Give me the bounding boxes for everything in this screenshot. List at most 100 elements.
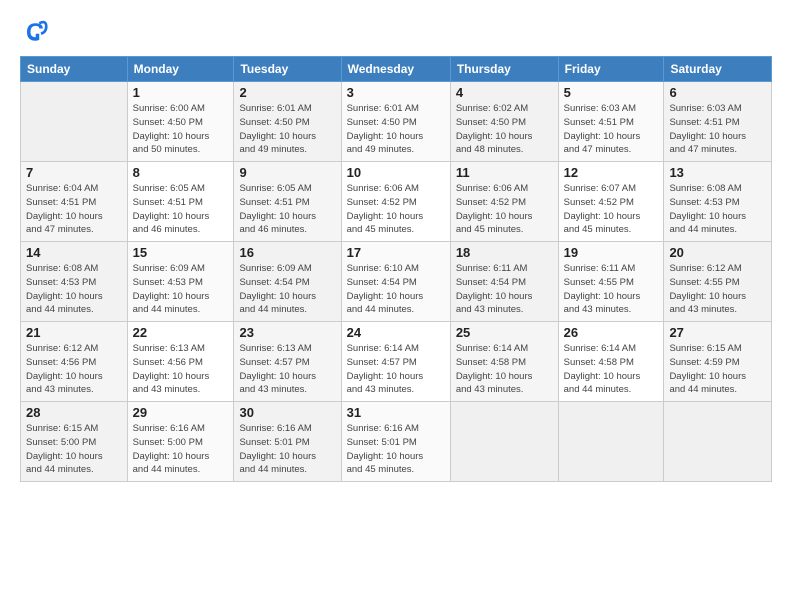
calendar-cell: 23 Sunrise: 6:13 AM Sunset: 4:57 PM Dayli…: [234, 322, 341, 402]
day-info: Sunrise: 6:06 AM Sunset: 4:52 PM Dayligh…: [456, 182, 553, 237]
calendar-cell: 1Sunrise: 6:00 AM Sunset: 4:50 PM Daylig…: [127, 82, 234, 162]
calendar-cell: [450, 402, 558, 482]
day-info: Sunrise: 6:03 AM Sunset: 4:51 PM Dayligh…: [564, 102, 659, 157]
day-number: 2: [239, 85, 335, 100]
day-number: 28: [26, 405, 122, 420]
calendar-cell: [21, 82, 128, 162]
day-info: Sunrise: 6:15 AM Sunset: 5:00 PM Dayligh…: [26, 422, 122, 477]
day-info: Sunrise: 6:09 AM Sunset: 4:54 PM Dayligh…: [239, 262, 335, 317]
calendar-cell: 29Sunrise: 6:16 AM Sunset: 5:00 PM Dayli…: [127, 402, 234, 482]
day-number: 25: [456, 325, 553, 340]
calendar-cell: 26 Sunrise: 6:14 AM Sunset: 4:58 PM Dayli…: [558, 322, 664, 402]
calendar-cell: 14 Sunrise: 6:08 AM Sunset: 4:53 PM Dayli…: [21, 242, 128, 322]
week-row-1: 1Sunrise: 6:00 AM Sunset: 4:50 PM Daylig…: [21, 82, 772, 162]
calendar-cell: [664, 402, 772, 482]
day-number: 20: [669, 245, 766, 260]
day-info: Sunrise: 6:08 AM Sunset: 4:53 PM Dayligh…: [669, 182, 766, 237]
calendar-cell: 13 Sunrise: 6:08 AM Sunset: 4:53 PM Dayli…: [664, 162, 772, 242]
weekday-header-row: SundayMondayTuesdayWednesdayThursdayFrid…: [21, 57, 772, 82]
day-info: Sunrise: 6:16 AM Sunset: 5:01 PM Dayligh…: [239, 422, 335, 477]
calendar-cell: 21 Sunrise: 6:12 AM Sunset: 4:56 PM Dayli…: [21, 322, 128, 402]
calendar-cell: 9 Sunrise: 6:05 AM Sunset: 4:51 PM Daylig…: [234, 162, 341, 242]
calendar-cell: 3 Sunrise: 6:01 AM Sunset: 4:50 PM Daylig…: [341, 82, 450, 162]
calendar-cell: 22 Sunrise: 6:13 AM Sunset: 4:56 PM Dayli…: [127, 322, 234, 402]
logo-icon: [20, 18, 48, 46]
calendar-cell: 4Sunrise: 6:02 AM Sunset: 4:50 PM Daylig…: [450, 82, 558, 162]
day-number: 12: [564, 165, 659, 180]
day-info: Sunrise: 6:09 AM Sunset: 4:53 PM Dayligh…: [133, 262, 229, 317]
day-number: 10: [347, 165, 445, 180]
calendar-cell: 31Sunrise: 6:16 AM Sunset: 5:01 PM Dayli…: [341, 402, 450, 482]
calendar-cell: 2 Sunrise: 6:01 AM Sunset: 4:50 PM Daylig…: [234, 82, 341, 162]
weekday-header-sunday: Sunday: [21, 57, 128, 82]
day-info: Sunrise: 6:06 AM Sunset: 4:52 PM Dayligh…: [347, 182, 445, 237]
day-info: Sunrise: 6:12 AM Sunset: 4:55 PM Dayligh…: [669, 262, 766, 317]
week-row-2: 7 Sunrise: 6:04 AM Sunset: 4:51 PM Daylig…: [21, 162, 772, 242]
calendar-table: SundayMondayTuesdayWednesdayThursdayFrid…: [20, 56, 772, 482]
calendar-cell: 8 Sunrise: 6:05 AM Sunset: 4:51 PM Daylig…: [127, 162, 234, 242]
day-info: Sunrise: 6:15 AM Sunset: 4:59 PM Dayligh…: [669, 342, 766, 397]
day-number: 14: [26, 245, 122, 260]
weekday-header-monday: Monday: [127, 57, 234, 82]
day-info: Sunrise: 6:16 AM Sunset: 5:00 PM Dayligh…: [133, 422, 229, 477]
calendar-cell: 7 Sunrise: 6:04 AM Sunset: 4:51 PM Daylig…: [21, 162, 128, 242]
calendar-cell: 27 Sunrise: 6:15 AM Sunset: 4:59 PM Dayli…: [664, 322, 772, 402]
day-info: Sunrise: 6:08 AM Sunset: 4:53 PM Dayligh…: [26, 262, 122, 317]
weekday-header-tuesday: Tuesday: [234, 57, 341, 82]
day-number: 24: [347, 325, 445, 340]
day-info: Sunrise: 6:04 AM Sunset: 4:51 PM Dayligh…: [26, 182, 122, 237]
week-row-4: 21 Sunrise: 6:12 AM Sunset: 4:56 PM Dayli…: [21, 322, 772, 402]
day-number: 19: [564, 245, 659, 260]
day-number: 22: [133, 325, 229, 340]
day-number: 17: [347, 245, 445, 260]
day-info: Sunrise: 6:05 AM Sunset: 4:51 PM Dayligh…: [133, 182, 229, 237]
day-number: 11: [456, 165, 553, 180]
calendar-cell: 6 Sunrise: 6:03 AM Sunset: 4:51 PM Daylig…: [664, 82, 772, 162]
day-number: 9: [239, 165, 335, 180]
calendar-cell: 18 Sunrise: 6:11 AM Sunset: 4:54 PM Dayli…: [450, 242, 558, 322]
day-number: 3: [347, 85, 445, 100]
day-info: Sunrise: 6:03 AM Sunset: 4:51 PM Dayligh…: [669, 102, 766, 157]
calendar-cell: 20 Sunrise: 6:12 AM Sunset: 4:55 PM Dayli…: [664, 242, 772, 322]
weekday-header-wednesday: Wednesday: [341, 57, 450, 82]
day-info: Sunrise: 6:13 AM Sunset: 4:57 PM Dayligh…: [239, 342, 335, 397]
day-info: Sunrise: 6:11 AM Sunset: 4:55 PM Dayligh…: [564, 262, 659, 317]
calendar-cell: 10 Sunrise: 6:06 AM Sunset: 4:52 PM Dayli…: [341, 162, 450, 242]
calendar-cell: 25 Sunrise: 6:14 AM Sunset: 4:58 PM Dayli…: [450, 322, 558, 402]
day-number: 16: [239, 245, 335, 260]
day-number: 15: [133, 245, 229, 260]
week-row-5: 28 Sunrise: 6:15 AM Sunset: 5:00 PM Dayli…: [21, 402, 772, 482]
day-info: Sunrise: 6:10 AM Sunset: 4:54 PM Dayligh…: [347, 262, 445, 317]
day-info: Sunrise: 6:05 AM Sunset: 4:51 PM Dayligh…: [239, 182, 335, 237]
day-info: Sunrise: 6:01 AM Sunset: 4:50 PM Dayligh…: [239, 102, 335, 157]
day-number: 27: [669, 325, 766, 340]
day-info: Sunrise: 6:12 AM Sunset: 4:56 PM Dayligh…: [26, 342, 122, 397]
day-info: Sunrise: 6:11 AM Sunset: 4:54 PM Dayligh…: [456, 262, 553, 317]
day-number: 13: [669, 165, 766, 180]
calendar-cell: 19 Sunrise: 6:11 AM Sunset: 4:55 PM Dayli…: [558, 242, 664, 322]
day-number: 31: [347, 405, 445, 420]
day-number: 23: [239, 325, 335, 340]
day-number: 18: [456, 245, 553, 260]
calendar-cell: 11 Sunrise: 6:06 AM Sunset: 4:52 PM Dayli…: [450, 162, 558, 242]
day-number: 8: [133, 165, 229, 180]
day-number: 5: [564, 85, 659, 100]
logo: [20, 18, 52, 46]
day-number: 6: [669, 85, 766, 100]
calendar-cell: 5 Sunrise: 6:03 AM Sunset: 4:51 PM Daylig…: [558, 82, 664, 162]
day-number: 21: [26, 325, 122, 340]
day-info: Sunrise: 6:14 AM Sunset: 4:58 PM Dayligh…: [456, 342, 553, 397]
calendar-cell: 28 Sunrise: 6:15 AM Sunset: 5:00 PM Dayli…: [21, 402, 128, 482]
weekday-header-saturday: Saturday: [664, 57, 772, 82]
header: [20, 18, 772, 46]
day-info: Sunrise: 6:14 AM Sunset: 4:58 PM Dayligh…: [564, 342, 659, 397]
day-number: 4: [456, 85, 553, 100]
day-number: 26: [564, 325, 659, 340]
day-info: Sunrise: 6:01 AM Sunset: 4:50 PM Dayligh…: [347, 102, 445, 157]
day-number: 7: [26, 165, 122, 180]
calendar-cell: 15 Sunrise: 6:09 AM Sunset: 4:53 PM Dayli…: [127, 242, 234, 322]
page: SundayMondayTuesdayWednesdayThursdayFrid…: [0, 0, 792, 612]
day-info: Sunrise: 6:13 AM Sunset: 4:56 PM Dayligh…: [133, 342, 229, 397]
day-number: 30: [239, 405, 335, 420]
weekday-header-friday: Friday: [558, 57, 664, 82]
